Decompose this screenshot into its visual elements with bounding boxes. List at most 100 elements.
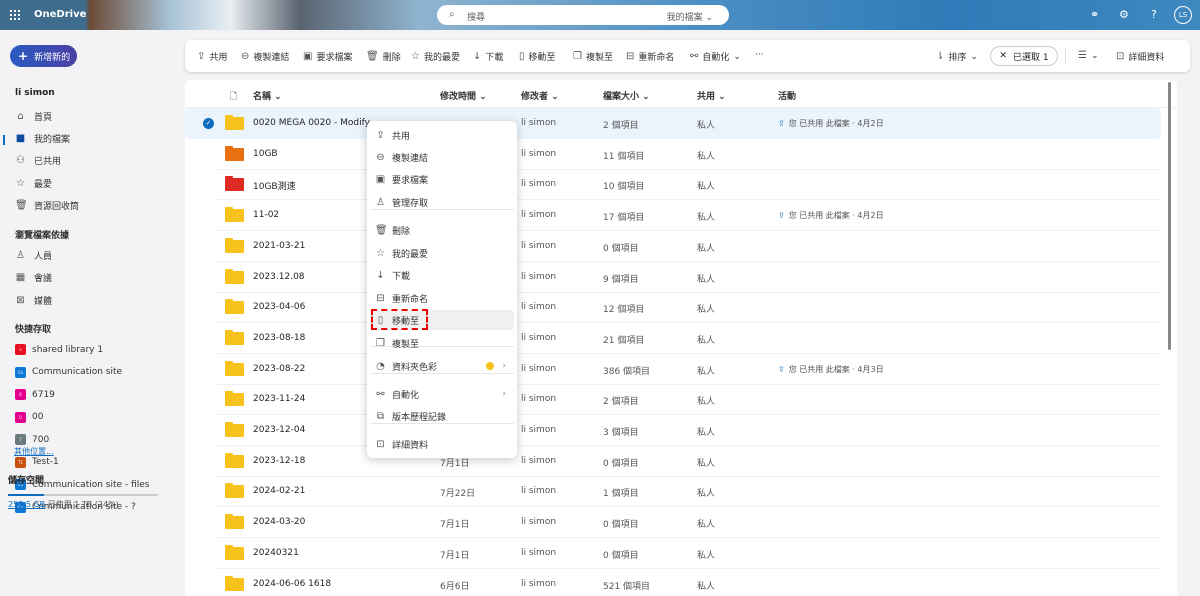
menu-item-5[interactable]: ☆ 我的最愛: [370, 243, 514, 263]
sidebar-item-2[interactable]: ⚇ 已共用: [15, 152, 61, 168]
menu-item-8[interactable]: ▯ 移動至: [370, 309, 514, 330]
quick-access-site[interactable]: s shared library 1: [15, 344, 103, 355]
cell-name[interactable]: 2024-06-06 1618: [253, 579, 331, 589]
cell-name[interactable]: 2021-03-21: [253, 241, 305, 251]
more-places-link[interactable]: 其他位置...: [14, 446, 54, 457]
app-launcher-icon[interactable]: [10, 10, 20, 20]
folder-icon: ■: [15, 132, 26, 144]
cell-name[interactable]: 0020 MEGA 0020 - Modify: [253, 118, 370, 128]
table-row[interactable]: 2023-08-18 li simon 21 個項目 私人: [185, 323, 1161, 354]
cell-name[interactable]: 2023-04-06: [253, 302, 305, 312]
cell-name[interactable]: 2023-12-04: [253, 425, 305, 435]
table-row[interactable]: 10GB測速 li simon 10 個項目 私人: [185, 169, 1161, 201]
table-row[interactable]: 2023-08-22 li simon 386 個項目 私人 ⇪ 您 已共用 此檔案 · …: [185, 354, 1161, 385]
label: 修改者: [521, 92, 549, 102]
avatar[interactable]: LS: [1174, 6, 1192, 24]
table-row[interactable]: 2023-04-06 li simon 12 個項目 私人: [185, 292, 1161, 324]
more-button[interactable]: ···: [755, 50, 764, 60]
label: 自動化: [702, 53, 730, 63]
table-row[interactable]: 2023.12.08 li simon 9 個項目 私人: [185, 262, 1161, 293]
search-scope-dropdown[interactable]: 我的檔案 ⌄: [667, 10, 713, 23]
browse-item-0[interactable]: ♙ 人員: [15, 247, 52, 263]
menu-item-4[interactable]: 🗑 刪除: [370, 220, 514, 240]
menu-item-2[interactable]: ▣ 要求檔案: [370, 169, 514, 189]
checkbox-checked-icon[interactable]: ✓: [203, 118, 214, 129]
column-size[interactable]: 檔案大小 ⌄: [603, 89, 650, 102]
menu-item-1[interactable]: ⊖ 複製連結: [370, 147, 514, 167]
cell-name[interactable]: 10GB: [253, 149, 278, 159]
menu-item-12[interactable]: ⧉ 版本歷程記錄: [370, 406, 514, 426]
column-sharing[interactable]: 共用 ⌄: [697, 89, 726, 102]
table-row[interactable]: 2024-06-06 1618 6月6日 li simon 521 個項目 私人: [185, 569, 1161, 596]
cell-name[interactable]: 2023-08-18: [253, 333, 305, 343]
cell-modified-by: li simon: [521, 179, 557, 190]
cell-name[interactable]: 2023.12.08: [253, 272, 305, 282]
brand-name[interactable]: OneDrive: [34, 9, 86, 20]
delete-button[interactable]: 🗑 刪除: [366, 50, 401, 63]
column-modified[interactable]: 修改時間 ⌄: [440, 89, 487, 102]
copy-to-button[interactable]: ❐ 複製至: [573, 50, 613, 63]
browse-item-2[interactable]: ⊠ 媒體: [15, 292, 52, 308]
chevron-down-icon: ⌄: [733, 51, 741, 62]
menu-item-9[interactable]: ❐ 複製至: [370, 333, 514, 353]
table-row[interactable]: 2023-11-24 li simon 2 個項目 私人: [185, 384, 1161, 416]
sidebar-item-1[interactable]: ■ 我的檔案: [15, 130, 70, 146]
help-icon[interactable]: ?: [1151, 8, 1157, 21]
cell-name[interactable]: 10GB測速: [253, 179, 296, 192]
storage-used-link[interactable]: 253.5 GB: [8, 500, 45, 509]
sidebar-item-3[interactable]: ☆ 最愛: [15, 175, 52, 191]
cell-name[interactable]: 11-02: [253, 210, 279, 220]
share-network-icon[interactable]: ⚭: [1090, 8, 1099, 21]
menu-item-7[interactable]: ⊟ 重新命名: [370, 288, 514, 308]
move-to-button[interactable]: ▯ 移動至: [519, 50, 556, 63]
favorite-button[interactable]: ☆ 我的最愛: [411, 50, 460, 63]
request-files-button[interactable]: ▣ 要求檔案: [303, 50, 352, 63]
quick-access-site[interactable]: Cs Communication site: [15, 366, 122, 378]
table-row[interactable]: 2024-02-21 7月22日 li simon 1 個項目 私人: [185, 476, 1161, 508]
copy-link-button[interactable]: ⊖ 複製連結: [241, 50, 289, 63]
rename-button[interactable]: ⊟ 重新命名: [626, 50, 674, 63]
menu-item-10[interactable]: ◔ 資料夾色彩 ›: [370, 356, 514, 376]
share-button[interactable]: ⇪ 共用: [197, 50, 227, 63]
sidebar-item-0[interactable]: ⌂ 首頁: [15, 108, 52, 124]
menu-item-13[interactable]: ⊡ 詳細資料: [370, 434, 514, 454]
quick-access-site[interactable]: 6 6719: [15, 389, 55, 400]
table-row[interactable]: 11-02 li simon 17 個項目 私人 ⇪ 您 已共用 此檔案 · 4月2日: [185, 200, 1161, 232]
download-button[interactable]: ↓ 下載: [473, 50, 503, 63]
column-modified-by[interactable]: 修改者 ⌄: [521, 89, 559, 102]
file-type-icon[interactable]: 🗋: [230, 89, 237, 105]
sidebar-item-4[interactable]: 🗑 資源回收筒: [15, 197, 79, 213]
details-button[interactable]: ⊡ 詳細資料: [1116, 50, 1164, 63]
column-name[interactable]: 名稱 ⌄: [253, 89, 282, 102]
cell-size: 521 個項目: [603, 581, 651, 592]
cell-name[interactable]: 2023-11-24: [253, 394, 305, 404]
selected-count-button[interactable]: ✕ 已選取 1: [990, 46, 1058, 66]
view-options-button[interactable]: ☰ ⌄: [1078, 50, 1099, 61]
sort-button[interactable]: ⇂ 排序 ⌄: [936, 50, 978, 63]
gear-icon[interactable]: ⚙: [1119, 8, 1129, 21]
table-row[interactable]: 2024-03-20 7月1日 li simon 0 個項目 私人: [185, 507, 1161, 539]
quick-access-site[interactable]: 7 700: [15, 434, 49, 445]
table-row[interactable]: 2021-03-21 li simon 0 個項目 私人: [185, 231, 1161, 262]
new-button[interactable]: + 新增新的: [10, 45, 77, 67]
automate-button[interactable]: ⚯ 自動化 ⌄: [690, 50, 741, 63]
table-row[interactable]: ✓ 0020 MEGA 0020 - Modify li simon 2 個項目 私人 ⇪…: [185, 108, 1161, 139]
table-row[interactable]: 20240321 7月1日 li simon 0 個項目 私人: [185, 538, 1161, 569]
search-input[interactable]: ⌕ 搜尋 我的檔案 ⌄: [437, 5, 729, 25]
quick-access-site[interactable]: 0 00: [15, 411, 43, 423]
table-row[interactable]: 2023-12-18 7月1日 li simon 0 個項目 私人: [185, 446, 1161, 477]
menu-item-6[interactable]: ↓ 下載: [370, 265, 514, 285]
quick-access-site[interactable]: T1 Test-1: [15, 456, 59, 468]
scrollbar[interactable]: [1168, 82, 1171, 350]
cell-name[interactable]: 2024-03-20: [253, 517, 305, 527]
table-row[interactable]: 10GB li simon 11 個項目 私人: [185, 139, 1161, 170]
table-row[interactable]: 2023-12-04 li simon 3 個項目 私人: [185, 415, 1161, 446]
cell-name[interactable]: 2024-02-21: [253, 486, 305, 496]
cell-name[interactable]: 2023-12-18: [253, 456, 305, 466]
menu-item-3[interactable]: ♙ 管理存取: [370, 192, 514, 212]
browse-item-1[interactable]: ▦ 會議: [15, 270, 52, 286]
cell-name[interactable]: 20240321: [253, 548, 299, 558]
menu-item-11[interactable]: ⚯ 自動化 ›: [370, 384, 514, 404]
menu-item-0[interactable]: ⇪ 共用: [370, 125, 514, 145]
cell-name[interactable]: 2023-08-22: [253, 364, 305, 374]
